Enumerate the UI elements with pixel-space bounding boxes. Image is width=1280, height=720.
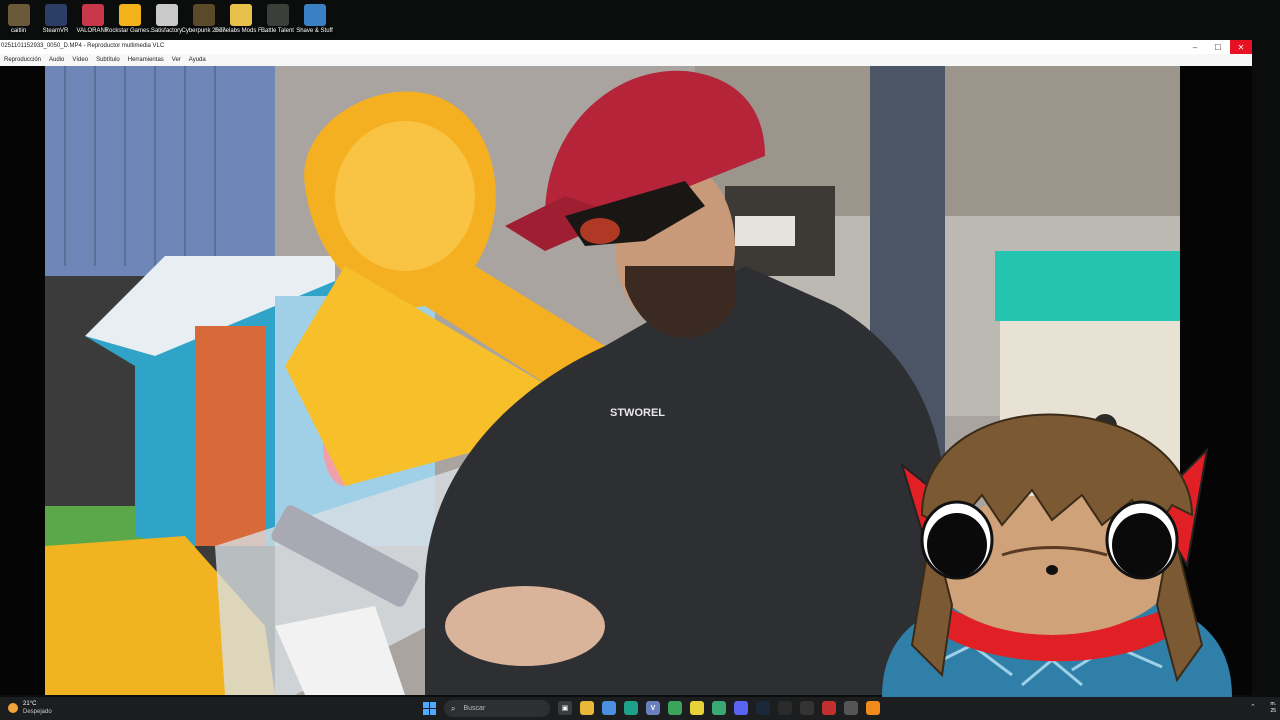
vlc-icon[interactable] [866,701,880,715]
satisfactory-icon [155,4,178,26]
windows-logo-icon [423,702,429,708]
menu-video[interactable]: Vídeo [68,57,92,63]
desktop-icon-user-folder[interactable]: caitlin [0,0,37,40]
weather-condition: Despejado [23,709,52,715]
cyberpunk-icon [192,4,215,26]
search-icon: ⌕ [451,703,456,713]
desktop-icon-shave-stuff[interactable]: Shave & Stuff [296,0,333,40]
desktop-icon-valorant[interactable]: VALORANT [74,0,111,40]
weather-sun-icon [8,703,18,713]
steamvr-icon [44,4,67,26]
copilot-icon[interactable] [602,701,616,715]
maximize-button[interactable]: ☐ [1207,40,1229,54]
desktop-icon-label: VALORANT [76,28,109,34]
rockstar-icon [118,4,141,26]
app-green-icon[interactable] [668,701,682,715]
shave-stuff-icon [303,4,326,26]
desktop-icon-steamvr[interactable]: SteamVR [37,0,74,40]
window-title: 0251101152933_0050_D.MP4 - Reproductor m… [1,43,165,49]
menu-bar: Reproducción Audio Vídeo Subtítulo Herra… [0,54,1252,66]
title-bar[interactable]: 0251101152933_0050_D.MP4 - Reproductor m… [0,40,1252,54]
desktop-icon-row: caitlin SteamVR VALORANT Rockstar Games... S… [0,0,333,40]
vtuber-avatar-overlay [872,405,1232,697]
close-button[interactable]: ✕ [1230,40,1252,54]
start-button[interactable] [423,702,436,715]
settings-icon[interactable] [844,701,858,715]
menu-herramientas[interactable]: Herramientas [124,57,168,63]
sticky-notes-icon[interactable] [690,701,704,715]
menu-ver[interactable]: Ver [168,57,185,63]
search-placeholder: Buscar [463,705,486,712]
vscode-icon[interactable]: V [646,701,660,715]
folder-icon [229,4,252,26]
valorant-icon [81,4,104,26]
notification-chevron-icon[interactable]: ⌃ [1250,703,1256,711]
desktop-icon-satisfactory[interactable]: Satisfactory [148,0,185,40]
weather-widget[interactable]: 21°C Despejado [8,700,52,716]
weather-temp: 21°C [23,701,37,707]
taskbar: 21°C Despejado ⌕ Buscar ▣ V ⌃ m. 25 [0,697,1280,720]
desktop-icon-label: Satisfactory [150,28,183,34]
app-green2-icon[interactable] [712,701,726,715]
store-icon[interactable] [778,701,792,715]
steam-icon[interactable] [756,701,770,715]
clock-date: 25 [1270,708,1276,714]
edge-icon[interactable] [624,701,638,715]
desktop-icon-rockstar[interactable]: Rockstar Games... [105,0,154,40]
menu-reproduccion[interactable]: Reproducción [0,57,45,63]
taskbar-apps: ▣ V [558,701,888,715]
desktop-icon-label: SteamVR [42,28,69,34]
menu-audio[interactable]: Audio [45,57,68,63]
minimize-button[interactable]: – [1184,40,1206,54]
taskbar-clock[interactable]: m. 25 [1262,701,1276,715]
obs-icon[interactable] [800,701,814,715]
desktop-icon-label: Shave & Stuff [296,28,333,34]
desktop-icon-label: Battle Talent [261,28,294,34]
menu-ayuda[interactable]: Ayuda [185,57,210,63]
task-view-icon[interactable]: ▣ [558,701,572,715]
discord-icon[interactable] [734,701,748,715]
clock-time: m. [1270,701,1276,707]
desktop-icon-label: caitlin [10,28,27,34]
battle-talent-icon [266,4,289,26]
desktop-icon-folder[interactable]: Bonelabs Mods F... [215,0,266,40]
vtuber-avatar-image [882,413,1232,697]
user-folder-icon [7,4,30,26]
desktop-icon-label: Rockstar Games... [104,28,155,34]
recorder-icon[interactable] [822,701,836,715]
desktop-icon-battle-talent[interactable]: Battle Talent [259,0,296,40]
hoodie-print-text: STWOREL [610,407,665,419]
taskbar-search[interactable]: ⌕ Buscar [444,700,550,717]
file-explorer-icon[interactable] [580,701,594,715]
menu-subtitulo[interactable]: Subtítulo [92,57,124,63]
desktop-icon-cyberpunk[interactable]: Cyberpunk 2077 [181,0,226,40]
